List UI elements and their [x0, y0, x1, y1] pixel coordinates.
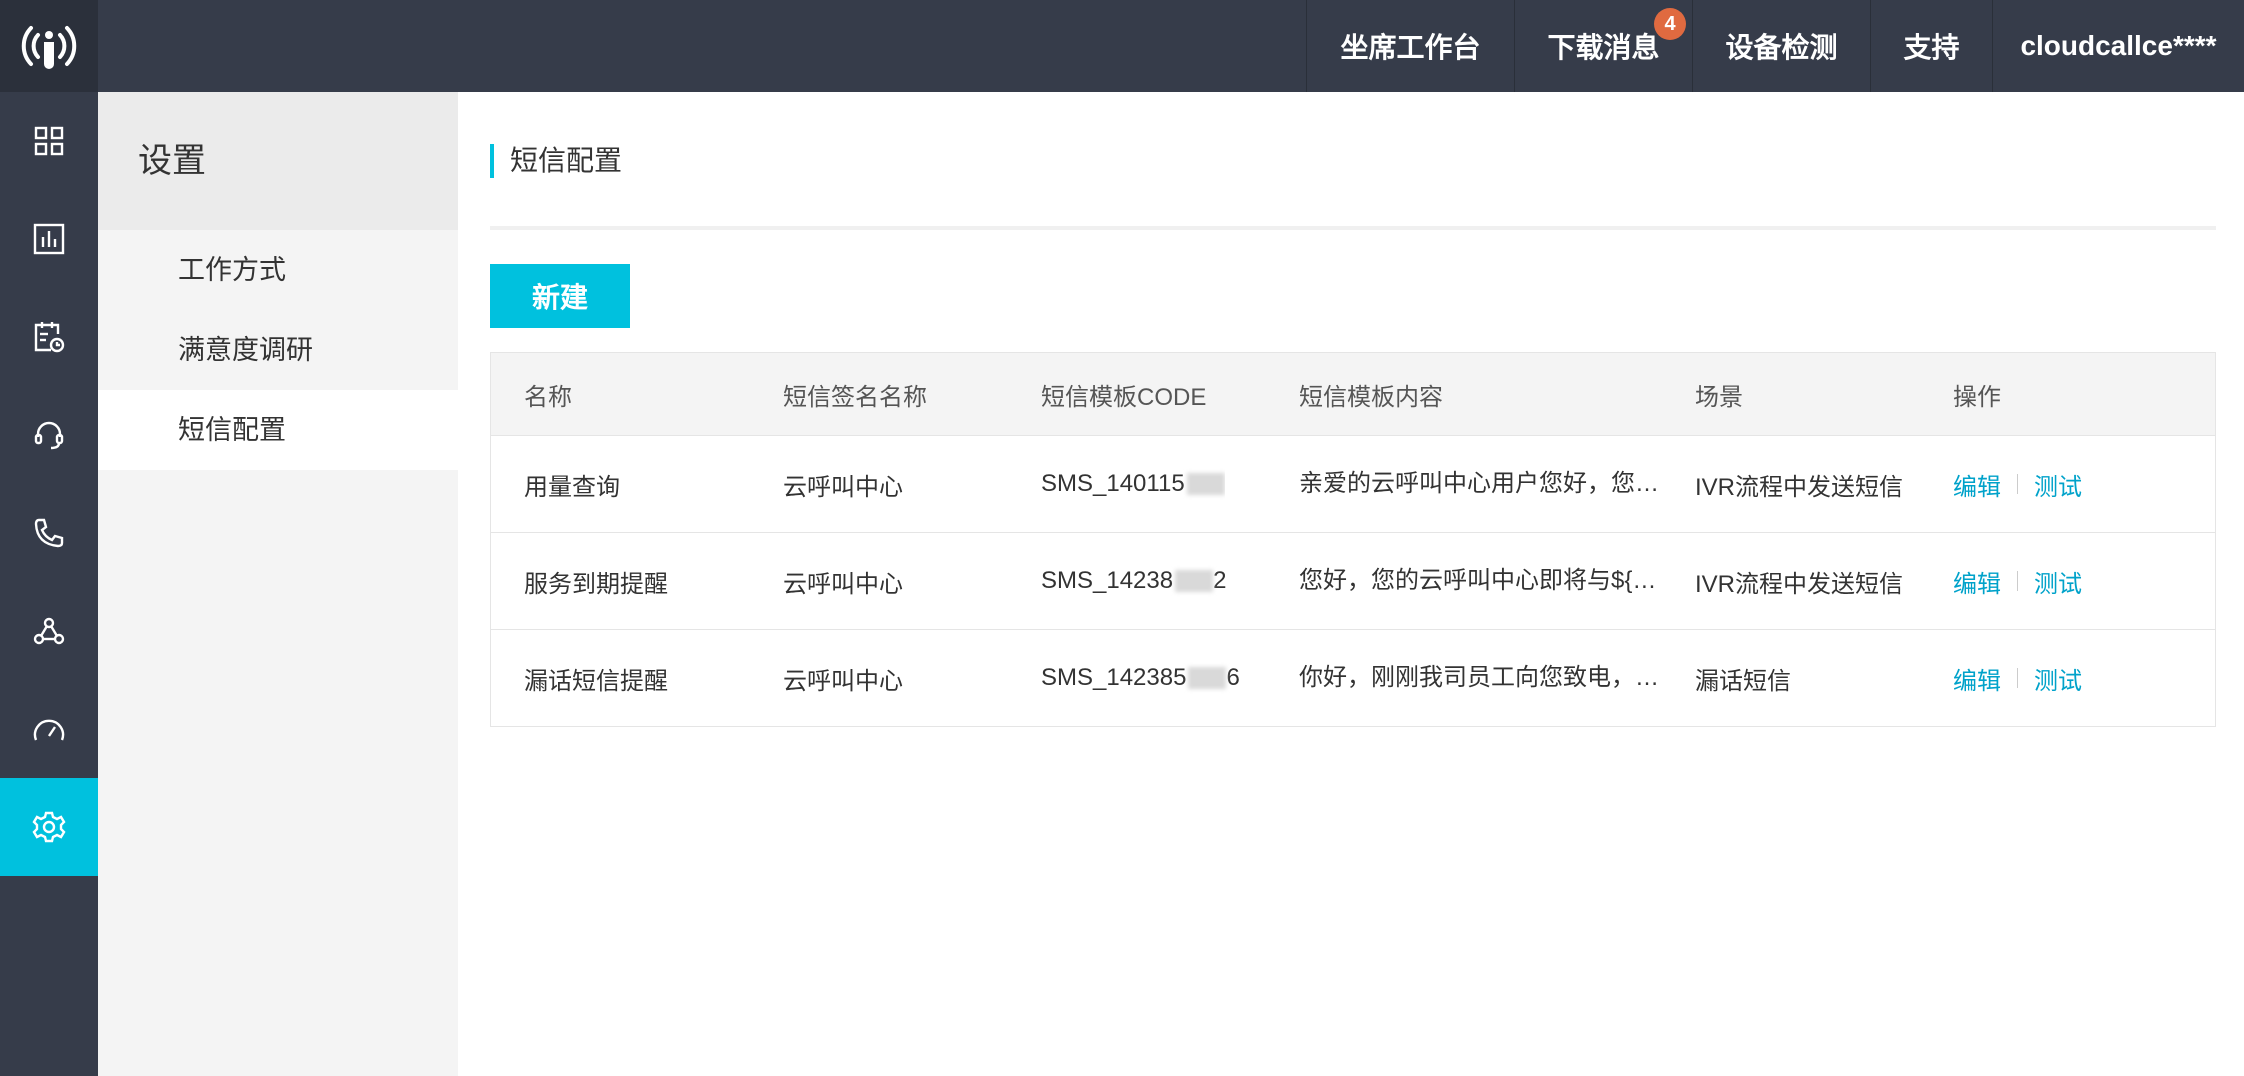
gauge-icon	[33, 719, 65, 741]
network-icon	[33, 617, 65, 645]
grid-icon	[34, 126, 64, 156]
row-template-content: 你好，刚刚我司员工向您致电，您未接听	[1299, 630, 1661, 726]
sidebar-item-satisfaction-survey[interactable]: 满意度调研	[98, 310, 458, 390]
row-scene: 漏话短信	[1695, 667, 1791, 695]
action-separator	[2017, 668, 2018, 688]
top-bar: 坐席工作台 下载消息 4 设备检测 支持 cloudcallce****	[0, 0, 2244, 92]
rail-item-service[interactable]	[0, 386, 98, 484]
row-scene: IVR流程中发送短信	[1695, 570, 1904, 598]
template-code-text: SMS_142385	[1041, 664, 1187, 691]
rail-item-schedule[interactable]	[0, 288, 98, 386]
top-nav: 坐席工作台 下载消息 4 设备检测 支持 cloudcallce****	[1306, 0, 2244, 92]
sms-template-table: 名称 短信签名名称 短信模板CODE 短信模板内容 场景 操作 用量查询 云呼叫…	[490, 352, 2216, 727]
settings-sidebar: 设置 工作方式 满意度调研 短信配置	[98, 92, 458, 1076]
col-name: 名称	[524, 383, 572, 411]
redacted-mark	[1175, 570, 1214, 592]
logo[interactable]	[0, 0, 98, 92]
title-divider	[490, 226, 2216, 230]
rail-item-flows[interactable]	[0, 582, 98, 680]
col-scene: 场景	[1695, 383, 1743, 411]
col-sign-name: 短信签名名称	[783, 383, 927, 411]
bar-chart-icon	[33, 223, 65, 255]
phone-icon	[34, 518, 64, 548]
col-actions: 操作	[1953, 383, 2001, 411]
template-code-tail: 2	[1213, 567, 1227, 594]
rail-item-reports[interactable]	[0, 190, 98, 288]
rail-item-settings[interactable]	[0, 778, 98, 876]
sidebar-title: 设置	[98, 92, 458, 230]
table-header: 名称 短信签名名称 短信模板CODE 短信模板内容 场景 操作	[491, 353, 2215, 436]
main-content: 短信配置 新建 名称 短信签名名称 短信模板CODE 短信模板内容 场景 操作 …	[458, 92, 2244, 1076]
row-sign-name: 云呼叫中心	[783, 473, 903, 501]
col-template-content: 短信模板内容	[1299, 383, 1443, 411]
row-actions: 编辑 测试	[1953, 630, 2082, 726]
row-template-content: 亲爱的云呼叫中心用户您好，您的云呼叫中心	[1299, 436, 1661, 532]
row-template-code: SMS_140115	[1041, 436, 1225, 532]
nav-support-label: 支持	[1903, 32, 1960, 63]
template-content-text: 你好，刚刚我司员工向您致电，您未接听	[1299, 664, 1661, 691]
row-template-content: 您好，您的云呼叫中心即将与${time}	[1299, 533, 1661, 629]
nav-download-messages[interactable]: 下载消息 4	[1514, 0, 1692, 92]
edit-link[interactable]: 编辑	[1953, 661, 2001, 696]
broadcast-logo-icon	[21, 26, 77, 69]
notification-badge: 4	[1654, 8, 1686, 40]
action-separator	[2017, 474, 2018, 494]
template-content-text: 亲爱的云呼叫中心用户您好，您的云呼叫中心	[1299, 470, 1661, 497]
row-template-code: SMS_14238 2	[1041, 533, 1226, 629]
row-actions: 编辑 测试	[1953, 533, 2082, 629]
row-template-code: SMS_142385 6	[1041, 630, 1240, 726]
row-name: 漏话短信提醒	[524, 667, 668, 695]
table-row: 服务到期提醒 云呼叫中心 SMS_14238 2 您好，您的云呼叫中心即将与${t…	[491, 533, 2215, 630]
test-link[interactable]: 测试	[2034, 661, 2082, 696]
test-link[interactable]: 测试	[2034, 564, 2082, 599]
template-content-text: 您好，您的云呼叫中心即将与${time}	[1299, 567, 1661, 594]
icon-rail	[0, 92, 98, 1076]
gear-icon	[32, 811, 66, 843]
row-scene: IVR流程中发送短信	[1695, 473, 1904, 501]
test-link[interactable]: 测试	[2034, 467, 2082, 502]
table-row: 用量查询 云呼叫中心 SMS_140115 亲爱的云呼叫中心用户您好，您的云呼叫…	[491, 436, 2215, 533]
edit-link[interactable]: 编辑	[1953, 467, 2001, 502]
sidebar-item-work-mode[interactable]: 工作方式	[98, 230, 458, 310]
headset-icon	[34, 421, 64, 450]
page-title: 短信配置	[490, 144, 622, 178]
nav-agent-workbench[interactable]: 坐席工作台	[1306, 0, 1514, 92]
edit-link[interactable]: 编辑	[1953, 564, 2001, 599]
nav-download-messages-label: 下载消息	[1547, 32, 1660, 63]
rail-item-dashboard[interactable]	[0, 92, 98, 190]
nav-user-account[interactable]: cloudcallce****	[1992, 0, 2244, 92]
row-sign-name: 云呼叫中心	[783, 570, 903, 598]
new-button[interactable]: 新建	[490, 264, 630, 328]
rail-item-monitor[interactable]	[0, 680, 98, 778]
table-row: 漏话短信提醒 云呼叫中心 SMS_142385 6 你好，刚刚我司员工向您致电，您…	[491, 630, 2215, 726]
col-template-code: 短信模板CODE	[1041, 383, 1207, 411]
nav-agent-workbench-label: 坐席工作台	[1340, 32, 1481, 63]
nav-device-check[interactable]: 设备检测	[1692, 0, 1870, 92]
action-separator	[2017, 571, 2018, 591]
row-sign-name: 云呼叫中心	[783, 667, 903, 695]
row-name: 用量查询	[524, 473, 620, 501]
template-code-tail: 6	[1226, 664, 1240, 691]
rail-item-calls[interactable]	[0, 484, 98, 582]
template-code-text: SMS_14238	[1041, 567, 1174, 594]
redacted-mark	[1186, 473, 1225, 495]
sidebar-item-sms-config[interactable]: 短信配置	[98, 390, 458, 470]
template-code-text: SMS_140115	[1041, 470, 1185, 497]
redacted-mark	[1188, 667, 1227, 689]
calendar-clock-icon	[34, 322, 65, 353]
nav-support[interactable]: 支持	[1870, 0, 1992, 92]
user-account-label: cloudcallce****	[2020, 30, 2217, 61]
row-name: 服务到期提醒	[524, 570, 668, 598]
row-actions: 编辑 测试	[1953, 436, 2082, 532]
nav-device-check-label: 设备检测	[1725, 32, 1838, 63]
